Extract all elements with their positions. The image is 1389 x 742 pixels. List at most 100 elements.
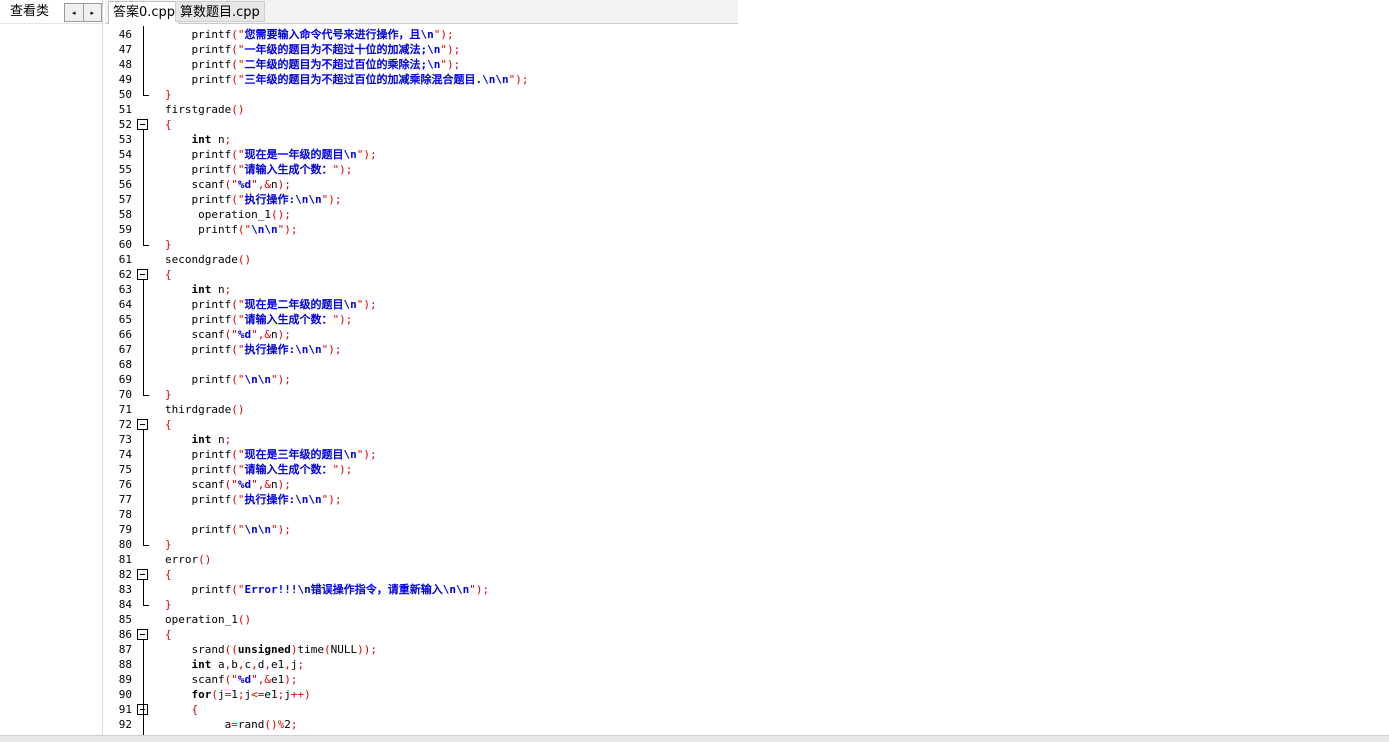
- line-number: 50: [118, 88, 132, 101]
- code-line[interactable]: srand((unsigned)time(NULL));: [165, 642, 376, 657]
- class-view-tab[interactable]: 查看类: [6, 3, 54, 21]
- line-number: 62: [118, 268, 132, 281]
- code-line[interactable]: thirdgrade(): [165, 402, 244, 417]
- code-line[interactable]: printf("现在是二年级的题目\n");: [165, 297, 376, 312]
- line-number: 56: [118, 178, 132, 191]
- line-number: 85: [118, 613, 132, 626]
- code-line[interactable]: printf("请输入生成个数：");: [165, 162, 352, 177]
- file-tab-bar: 答案0.cpp 算数题目.cpp: [105, 0, 738, 24]
- line-number: 52: [118, 118, 132, 131]
- code-line[interactable]: }: [165, 387, 172, 402]
- fold-guide-line: [143, 580, 144, 605]
- line-number: 83: [118, 583, 132, 596]
- code-line[interactable]: printf("执行操作:\n\n");: [165, 342, 341, 357]
- fold-end-marker: [143, 395, 149, 396]
- line-number: 79: [118, 523, 132, 536]
- fold-guide-line: [143, 715, 144, 735]
- code-line[interactable]: printf("请输入生成个数：");: [165, 312, 352, 327]
- line-number: 73: [118, 433, 132, 446]
- line-number: 69: [118, 373, 132, 386]
- line-number: 68: [118, 358, 132, 371]
- code-line[interactable]: }: [165, 87, 172, 102]
- panel-scroll-arrows: ◂ ▸: [64, 3, 102, 22]
- code-line[interactable]: for(j=1;j<=e1;j++): [165, 687, 311, 702]
- tab-arithmetic-cpp[interactable]: 算数题目.cpp: [175, 1, 265, 22]
- line-number-gutter: 46 47 48 49 50 51 52 53 54 55 56 57 58 59 60 61 62 63 64 65…: [105, 26, 135, 735]
- line-number: 55: [118, 163, 132, 176]
- code-line[interactable]: printf("\n\n");: [165, 222, 297, 237]
- line-number: 72: [118, 418, 132, 431]
- code-line[interactable]: printf("二年级的题目为不超过百位的乘除法;\n");: [165, 57, 460, 72]
- line-number: 76: [118, 478, 132, 491]
- code-line[interactable]: int n;: [165, 132, 232, 147]
- fold-toggle-icon[interactable]: [137, 629, 148, 640]
- line-number: 64: [118, 298, 132, 311]
- line-number: 65: [118, 313, 132, 326]
- code-line[interactable]: printf("\n\n");: [165, 372, 290, 387]
- code-line[interactable]: a=rand()%2;: [165, 717, 298, 732]
- code-line[interactable]: scanf("%d",&n);: [165, 177, 290, 192]
- line-number: 57: [118, 193, 132, 206]
- fold-end-marker: [143, 245, 149, 246]
- fold-guide-line: [143, 430, 144, 545]
- code-line[interactable]: {: [165, 702, 199, 717]
- line-number: 80: [118, 538, 132, 551]
- code-line[interactable]: {: [165, 117, 172, 132]
- fold-end-marker: [143, 605, 149, 606]
- fold-toggle-icon[interactable]: [137, 569, 148, 580]
- fold-toggle-icon[interactable]: [137, 419, 148, 430]
- code-line[interactable]: int n;: [165, 282, 232, 297]
- code-line[interactable]: {: [165, 417, 172, 432]
- line-number: 71: [118, 403, 132, 416]
- line-number: 49: [118, 73, 132, 86]
- code-line[interactable]: scanf("%d",&e1);: [165, 672, 297, 687]
- code-line[interactable]: printf("\n\n");: [165, 522, 290, 537]
- fold-end-marker: [143, 95, 149, 96]
- line-number: 87: [118, 643, 132, 656]
- code-line[interactable]: }: [165, 537, 172, 552]
- code-line[interactable]: operation_1(): [165, 612, 251, 627]
- code-line[interactable]: printf("现在是三年级的题目\n");: [165, 447, 376, 462]
- line-number: 91: [118, 703, 132, 716]
- code-editor[interactable]: 46 47 48 49 50 51 52 53 54 55 56 57 58 59 60 61 62 63 64 65…: [105, 26, 1389, 735]
- code-line[interactable]: operation_1();: [165, 207, 291, 222]
- line-number: 77: [118, 493, 132, 506]
- line-number: 46: [118, 28, 132, 41]
- fold-end-marker: [143, 545, 149, 546]
- code-line[interactable]: printf("执行操作:\n\n");: [165, 492, 341, 507]
- fold-guide-line: [143, 26, 144, 95]
- line-number: 70: [118, 388, 132, 401]
- code-line[interactable]: secondgrade(): [165, 252, 251, 267]
- code-line[interactable]: {: [165, 627, 172, 642]
- code-line[interactable]: }: [165, 597, 172, 612]
- code-line[interactable]: printf("一年级的题目为不超过十位的加减法;\n");: [165, 42, 460, 57]
- code-line[interactable]: error(): [165, 552, 211, 567]
- tab-answer0-cpp[interactable]: 答案0.cpp: [108, 1, 181, 24]
- code-line[interactable]: scanf("%d",&n);: [165, 477, 290, 492]
- code-line[interactable]: printf("Error!!!\n错误操作指令，请重新输入\n\n");: [165, 582, 489, 597]
- line-number: 63: [118, 283, 132, 296]
- line-number: 60: [118, 238, 132, 251]
- code-line[interactable]: int a,b,c,d,e1,j;: [165, 657, 305, 672]
- code-line[interactable]: {: [165, 267, 172, 282]
- fold-guide-line: [143, 130, 144, 245]
- code-line[interactable]: printf("您需要输入命令代号来进行操作，且\n");: [165, 27, 453, 42]
- class-view-panel: 查看类 ◂ ▸: [0, 0, 103, 741]
- line-number: 54: [118, 148, 132, 161]
- code-line[interactable]: }: [165, 237, 172, 252]
- code-line[interactable]: printf("请输入生成个数：");: [165, 462, 352, 477]
- fold-toggle-icon[interactable]: [137, 269, 148, 280]
- code-line[interactable]: printf("现在是一年级的题目\n");: [165, 147, 376, 162]
- code-line[interactable]: scanf("%d",&n);: [165, 327, 290, 342]
- line-number: 61: [118, 253, 132, 266]
- code-line[interactable]: printf("执行操作:\n\n");: [165, 192, 341, 207]
- fold-toggle-icon[interactable]: [137, 119, 148, 130]
- scroll-right-button[interactable]: ▸: [84, 4, 102, 21]
- code-line[interactable]: int n;: [165, 432, 232, 447]
- code-line[interactable]: {: [165, 567, 172, 582]
- line-number: 51: [118, 103, 132, 116]
- scroll-left-button[interactable]: ◂: [65, 4, 84, 21]
- code-line[interactable]: printf("三年级的题目为不超过百位的加减乘除混合题目.\n\n");: [165, 72, 528, 87]
- line-number: 59: [118, 223, 132, 236]
- code-line[interactable]: firstgrade(): [165, 102, 244, 117]
